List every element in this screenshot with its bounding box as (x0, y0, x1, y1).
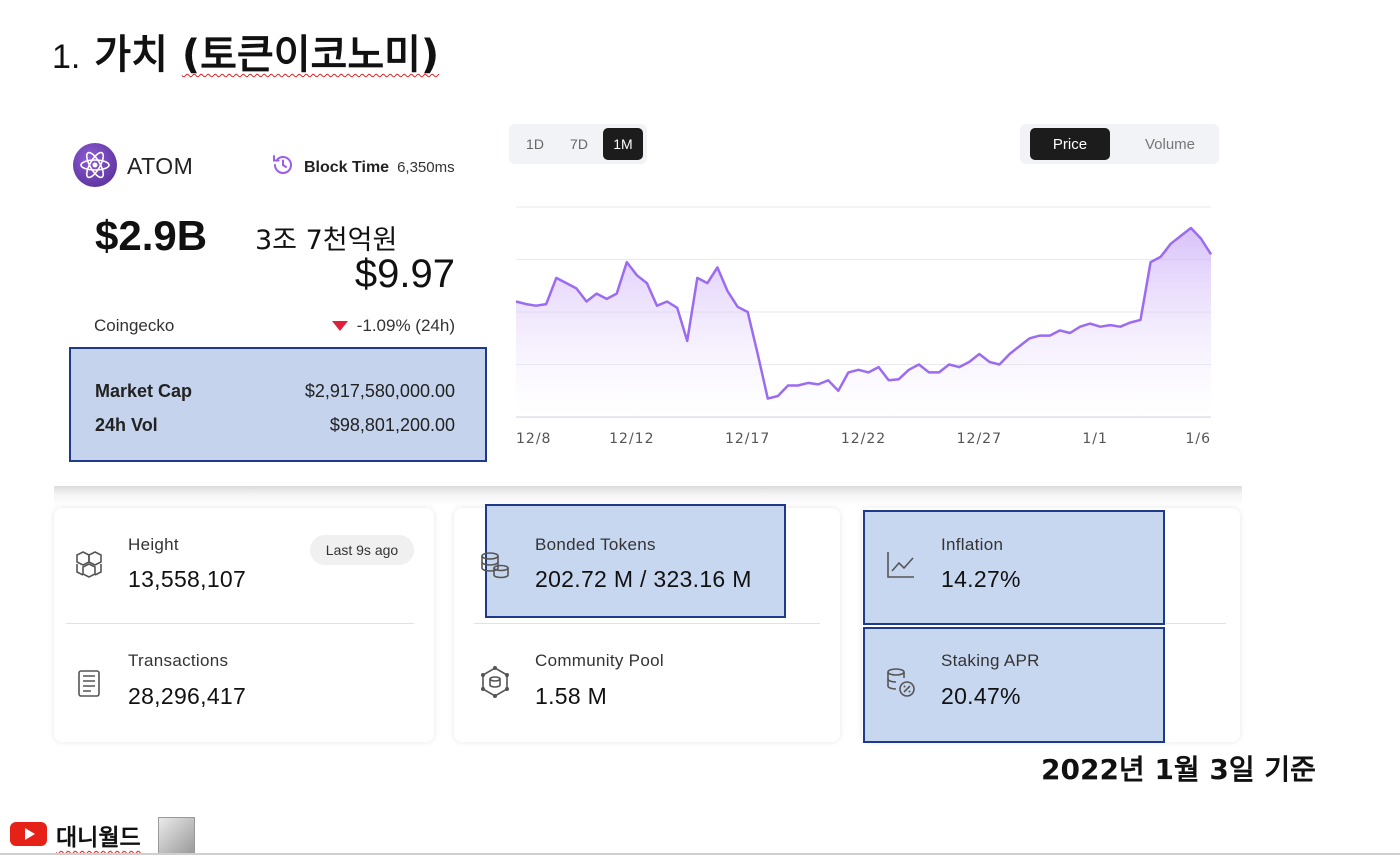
down-arrow-icon (331, 321, 348, 331)
slide-heading: 가치 (94, 32, 168, 78)
as-of-date: 2022년 1월 3일 기준 (1041, 753, 1316, 786)
block-time: Block Time 6,350ms (270, 152, 455, 183)
block-time-value: 6,350ms (397, 159, 455, 176)
price-mode-button[interactable]: Price (1030, 128, 1110, 160)
trend-chart-icon (884, 548, 918, 582)
x-tick-label: 12/22 (841, 431, 886, 447)
slide-title: 1. 가치 (토큰이코노미) (52, 22, 439, 80)
staking-apr-value: 20.47% (941, 683, 1021, 709)
inflation-label: Inflation (941, 535, 1004, 554)
staking-apr-label: Staking APR (941, 651, 1040, 670)
chart-mode-toggle: Price Volume (1020, 124, 1219, 164)
height-value: 13,558,107 (128, 566, 247, 592)
community-pool-label: Community Pool (535, 651, 664, 670)
tab-1m[interactable]: 1M (603, 128, 643, 160)
slide-heading-paren: (토큰이코노미) (181, 32, 440, 78)
block-time-label: Block Time (304, 158, 390, 176)
bonded-highlight (485, 504, 786, 618)
transactions-label: Transactions (128, 651, 229, 670)
market-cap-label: Market Cap (95, 381, 193, 401)
history-clock-icon (270, 152, 296, 183)
volume-mode-button[interactable]: Volume (1130, 128, 1210, 160)
bottom-rule (0, 853, 1400, 855)
card-divider (1166, 623, 1226, 624)
price-change: -1.09% (24h) (331, 316, 455, 336)
x-tick-label: 12/27 (957, 431, 1002, 447)
bonded-tokens-label: Bonded Tokens (535, 535, 656, 554)
price-change-value: -1.09% (24h) (356, 316, 455, 335)
document-icon (73, 666, 107, 700)
token-price: $9.97 (354, 252, 455, 296)
x-tick-label: 12/8 (516, 431, 551, 447)
tab-1d[interactable]: 1D (515, 128, 555, 160)
slide-number: 1. (52, 38, 81, 76)
price-area (516, 228, 1211, 417)
x-tick-label: 1/6 (1185, 431, 1211, 447)
transactions-value: 28,296,417 (128, 683, 247, 709)
volume-value: $98,801,200.00 (329, 415, 455, 435)
x-tick-label: 1/1 (1082, 431, 1108, 447)
market-cap-short: $2.9B (95, 212, 208, 259)
atom-logo-icon (73, 143, 117, 187)
volume-label: 24h Vol (95, 415, 158, 435)
bonded-tokens-value: 202.72 M / 323.16 M (535, 566, 752, 592)
community-pool-icon (478, 665, 512, 699)
price-chart: 12/8 12/12 12/17 12/22 12/27 1/1 1/6 (510, 195, 1220, 450)
community-pool-value: 1.58 M (535, 683, 608, 709)
volume-row: 24h Vol $98,801,200.00 (95, 415, 455, 436)
token-name: ATOM (127, 153, 194, 179)
market-cap-value: $2,917,580,000.00 (304, 381, 455, 401)
coins-stack-icon (478, 548, 512, 582)
tab-7d[interactable]: 7D (559, 128, 599, 160)
price-source: Coingecko (94, 316, 175, 335)
market-stats-highlight: Market Cap $2,917,580,000.00 24h Vol $98… (69, 347, 487, 462)
section-divider (54, 486, 1242, 506)
avatar (158, 817, 195, 854)
height-label: Height (128, 535, 179, 554)
blocks-icon (72, 548, 106, 582)
last-block-badge: Last 9s ago (310, 535, 414, 565)
card-divider (66, 623, 414, 624)
x-tick-label: 12/17 (725, 431, 770, 447)
youtube-icon (10, 822, 47, 846)
inflation-value: 14.27% (941, 566, 1021, 592)
card-divider (474, 623, 820, 624)
channel-name: 대니월드 (56, 825, 141, 851)
market-cap-row: Market Cap $2,917,580,000.00 (95, 381, 455, 402)
staking-percent-icon (884, 665, 918, 699)
range-tabs: 1D 7D 1M (509, 124, 647, 164)
x-tick-label: 12/12 (609, 431, 654, 447)
